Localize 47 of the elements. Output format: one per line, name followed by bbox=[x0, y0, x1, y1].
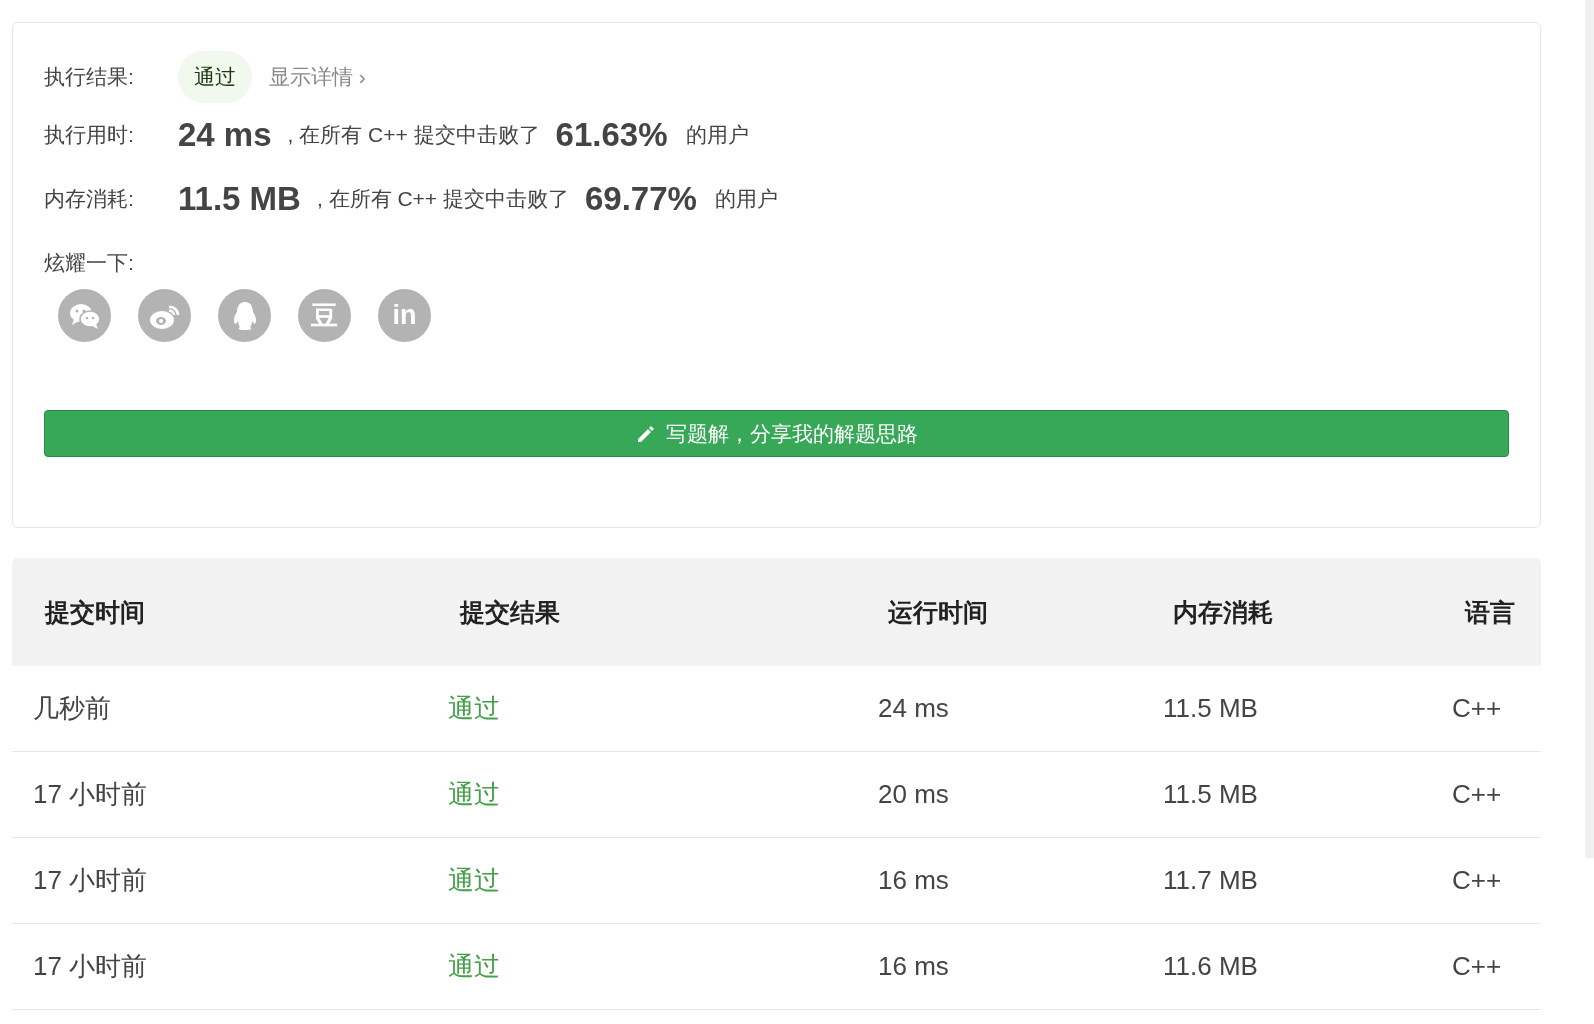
table-cell-text: 11.6 MB bbox=[1162, 951, 1259, 982]
share-button[interactable]: in bbox=[378, 289, 431, 342]
pencil-icon bbox=[635, 423, 656, 444]
stat-label: 执行用时: bbox=[44, 122, 135, 148]
table-cell-text: 11.7 MB bbox=[1162, 865, 1259, 896]
share-button[interactable] bbox=[218, 289, 271, 342]
status-link[interactable]: 通过 bbox=[427, 863, 500, 898]
stat-percent: 61.63% bbox=[555, 116, 668, 154]
details-link[interactable]: 显示详情 › bbox=[269, 63, 366, 91]
result-label: 执行结果: bbox=[44, 64, 135, 90]
table-cell-text: 17 小时前 bbox=[32, 950, 149, 983]
stat-suffix: 的用户 bbox=[685, 122, 749, 148]
share-button[interactable] bbox=[138, 289, 191, 342]
column-header: 语言 bbox=[1463, 596, 1516, 628]
table-cell-text: 16 ms bbox=[877, 951, 950, 982]
stat-value: 11.5 MB bbox=[178, 180, 301, 218]
share-button[interactable]: 豆 bbox=[298, 289, 351, 342]
table-cell-text: 11.5 MB bbox=[1162, 693, 1259, 724]
table-cell-text: 17 小时前 bbox=[32, 778, 149, 811]
table-cell-text: 几秒前 bbox=[32, 692, 112, 725]
table-cell-text: C++ bbox=[1451, 865, 1503, 896]
column-header: 提交结果 bbox=[458, 596, 561, 628]
table-cell-text: 24 ms bbox=[877, 693, 950, 724]
share-label: 炫耀一下: bbox=[44, 250, 135, 276]
stat-text: , 在所有 C++ 提交中击败了 bbox=[316, 186, 569, 212]
table-cell-text: 11.5 MB bbox=[1162, 779, 1259, 810]
share-button[interactable] bbox=[58, 289, 111, 342]
status-badge: 通过 bbox=[178, 51, 252, 103]
stat-text: , 在所有 C++ 提交中击败了 bbox=[287, 122, 540, 148]
column-header: 内存消耗 bbox=[1172, 596, 1274, 628]
stat-label: 内存消耗: bbox=[44, 186, 135, 212]
stat-suffix: 的用户 bbox=[714, 186, 778, 212]
status-link[interactable]: 通过 bbox=[427, 949, 500, 984]
table-cell-text: 17 小时前 bbox=[32, 864, 149, 897]
table-cell-text: C++ bbox=[1451, 951, 1503, 982]
stat-percent: 69.77% bbox=[584, 180, 697, 218]
column-header: 提交时间 bbox=[43, 596, 146, 628]
write-solution-button[interactable]: 写题解，分享我的解题思路 bbox=[44, 410, 1509, 457]
status-link[interactable]: 通过 bbox=[427, 691, 500, 726]
table-cell-text: 20 ms bbox=[877, 779, 950, 810]
column-header: 运行时间 bbox=[887, 596, 989, 628]
chat-bubbles-icon bbox=[68, 301, 101, 330]
table-cell-text: C++ bbox=[1451, 693, 1503, 724]
table-cell-text: 16 ms bbox=[877, 865, 950, 896]
stat-value: 24 ms bbox=[178, 116, 272, 154]
table-cell-text: C++ bbox=[1451, 779, 1503, 810]
status-link[interactable]: 通过 bbox=[427, 777, 500, 812]
